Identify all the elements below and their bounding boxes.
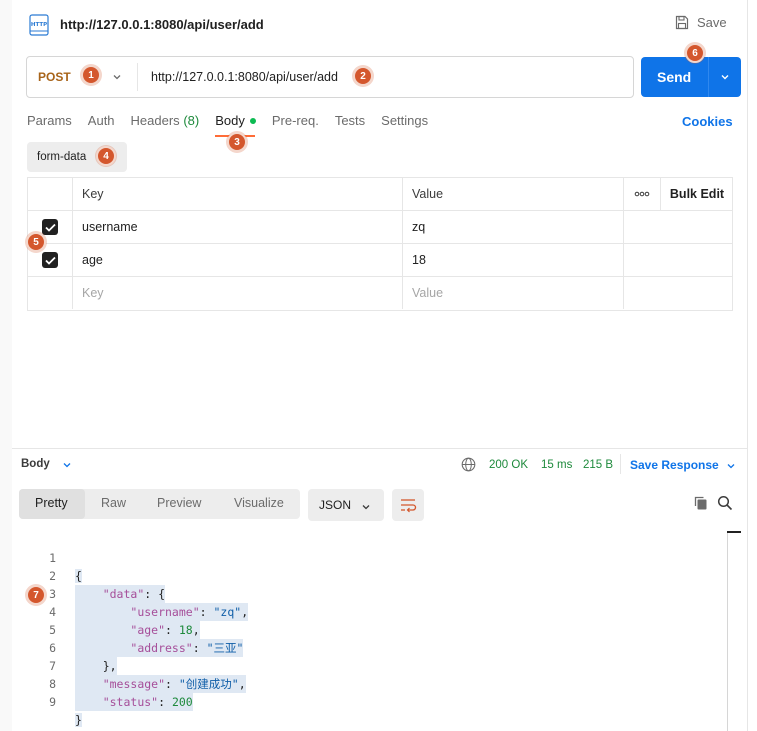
param-key[interactable]: age	[73, 244, 403, 276]
headers-count: (8)	[183, 113, 200, 128]
body-indicator-dot	[249, 117, 256, 124]
http-icon: HTTP	[28, 14, 50, 36]
view-tab-visualize[interactable]: Visualize	[234, 496, 284, 510]
annotation-badge: 1	[81, 65, 101, 85]
response-view-tabs: Pretty Raw Preview Visualize	[19, 489, 300, 519]
code-text: }	[75, 713, 82, 727]
method-select[interactable]: POST	[38, 70, 71, 84]
code-text: "username": "zq",	[75, 603, 249, 621]
send-button[interactable]: Send	[641, 57, 741, 97]
checkbox-checked[interactable]	[42, 219, 58, 235]
wrap-lines-button[interactable]	[392, 489, 424, 521]
code-text: "message": "创建成功",	[75, 675, 246, 693]
chevron-down-icon[interactable]	[111, 71, 123, 83]
save-button[interactable]: Save	[675, 15, 727, 30]
line-number: 9	[49, 695, 56, 709]
header-value: Value	[403, 178, 624, 210]
annotation-badge: 3	[227, 132, 247, 152]
chevron-down-icon	[362, 505, 370, 510]
svg-text:HTTP: HTTP	[31, 22, 47, 28]
url-bar: POST http://127.0.0.1:8080/api/user/add	[26, 56, 634, 98]
param-value[interactable]: 18	[403, 244, 624, 276]
scrollbar-thumb[interactable]	[727, 531, 741, 533]
annotation-badge: 5	[26, 232, 46, 252]
tab-headers-label: Headers	[130, 113, 180, 128]
divider	[708, 57, 709, 97]
checkbox-checked[interactable]	[42, 252, 58, 268]
format-label: JSON	[319, 498, 352, 512]
tab-body-label: Body	[215, 113, 245, 128]
view-tab-preview[interactable]: Preview	[157, 496, 201, 510]
tab-pre-request[interactable]: Pre-req.	[272, 113, 319, 128]
code-line: 1 {	[20, 531, 82, 583]
table-row: username zq	[28, 211, 732, 244]
cookies-link[interactable]: Cookies	[682, 114, 733, 129]
param-key[interactable]: username	[73, 211, 403, 243]
divider	[137, 63, 138, 91]
params-table: Key Value Bulk Edit username zq age 18 K…	[27, 177, 733, 311]
annotation-badge: 2	[353, 66, 373, 86]
search-icon[interactable]	[717, 495, 733, 511]
chevron-down-icon[interactable]	[719, 71, 731, 83]
response-body-label[interactable]: Body	[21, 458, 50, 470]
view-tab-pretty[interactable]: Pretty	[35, 496, 68, 510]
code-line: 6 },	[20, 621, 117, 675]
send-label: Send	[657, 69, 692, 85]
row-checkbox-empty	[28, 277, 73, 309]
code-line: 2 "data": {	[20, 549, 166, 603]
tab-auth[interactable]: Auth	[88, 113, 115, 128]
annotation-badge: 4	[96, 146, 116, 166]
divider	[620, 454, 621, 474]
chevron-down-icon[interactable]	[61, 459, 73, 471]
left-gutter	[0, 0, 12, 731]
code-text: },	[75, 657, 117, 675]
table-row: age 18	[28, 244, 732, 277]
pane-border	[747, 0, 748, 731]
key-placeholder-input[interactable]: Key	[73, 277, 403, 309]
tab-settings[interactable]: Settings	[381, 113, 428, 128]
response-divider[interactable]	[12, 448, 747, 449]
annotation-badge: 7	[26, 585, 46, 605]
annotation-badge: 6	[685, 43, 705, 63]
save-icon	[675, 15, 689, 30]
param-value[interactable]: zq	[403, 211, 624, 243]
response-json[interactable]: 1 { 2 "data": { 3 "username": "zq", 4 "a…	[20, 531, 249, 727]
table-header-row: Key Value Bulk Edit	[28, 178, 732, 211]
response-status[interactable]: 200 OK	[489, 459, 528, 471]
header-check-cell	[28, 178, 73, 210]
response-size[interactable]: 215 B	[583, 459, 613, 471]
format-select[interactable]: JSON	[308, 489, 384, 521]
chevron-down-icon[interactable]	[725, 460, 737, 472]
code-line: 3 "username": "zq",	[20, 567, 249, 621]
tab-tests[interactable]: Tests	[335, 113, 365, 128]
tab-headers[interactable]: Headers (8)	[131, 113, 200, 128]
scrollbar-track[interactable]	[727, 531, 728, 731]
code-line: 8 "status": 200	[20, 657, 193, 711]
request-tabs: Params Auth Headers (8) Body Pre-req. Te…	[27, 113, 444, 128]
tab-params[interactable]: Params	[27, 113, 72, 128]
request-title[interactable]: http://127.0.0.1:8080/api/user/add	[60, 17, 264, 32]
response-time[interactable]: 15 ms	[541, 459, 572, 471]
code-text: "age": 18,	[75, 621, 200, 639]
view-tab-raw[interactable]: Raw	[101, 496, 126, 510]
code-text: "address": "三亚"	[75, 639, 244, 657]
header-key: Key	[73, 178, 403, 210]
url-input[interactable]: http://127.0.0.1:8080/api/user/add	[151, 70, 338, 84]
code-line: 7 "message": "创建成功",	[20, 639, 246, 693]
tab-body[interactable]: Body	[215, 113, 256, 128]
code-text: "data": {	[75, 585, 166, 603]
copy-icon[interactable]	[693, 495, 709, 511]
code-line: 9 }	[20, 675, 82, 727]
bulk-edit-button[interactable]: Bulk Edit	[661, 178, 733, 210]
code-text: "status": 200	[75, 693, 193, 711]
code-line: 5 "address": "三亚"	[20, 603, 244, 657]
value-placeholder-input[interactable]: Value	[403, 277, 624, 309]
wrap-lines-icon	[401, 499, 417, 513]
save-label: Save	[697, 15, 727, 30]
save-response-button[interactable]: Save Response	[630, 458, 719, 472]
more-options-icon[interactable]	[624, 178, 661, 210]
table-row-empty: Key Value	[28, 277, 732, 310]
globe-icon[interactable]	[461, 457, 476, 472]
code-text: {	[75, 569, 82, 583]
